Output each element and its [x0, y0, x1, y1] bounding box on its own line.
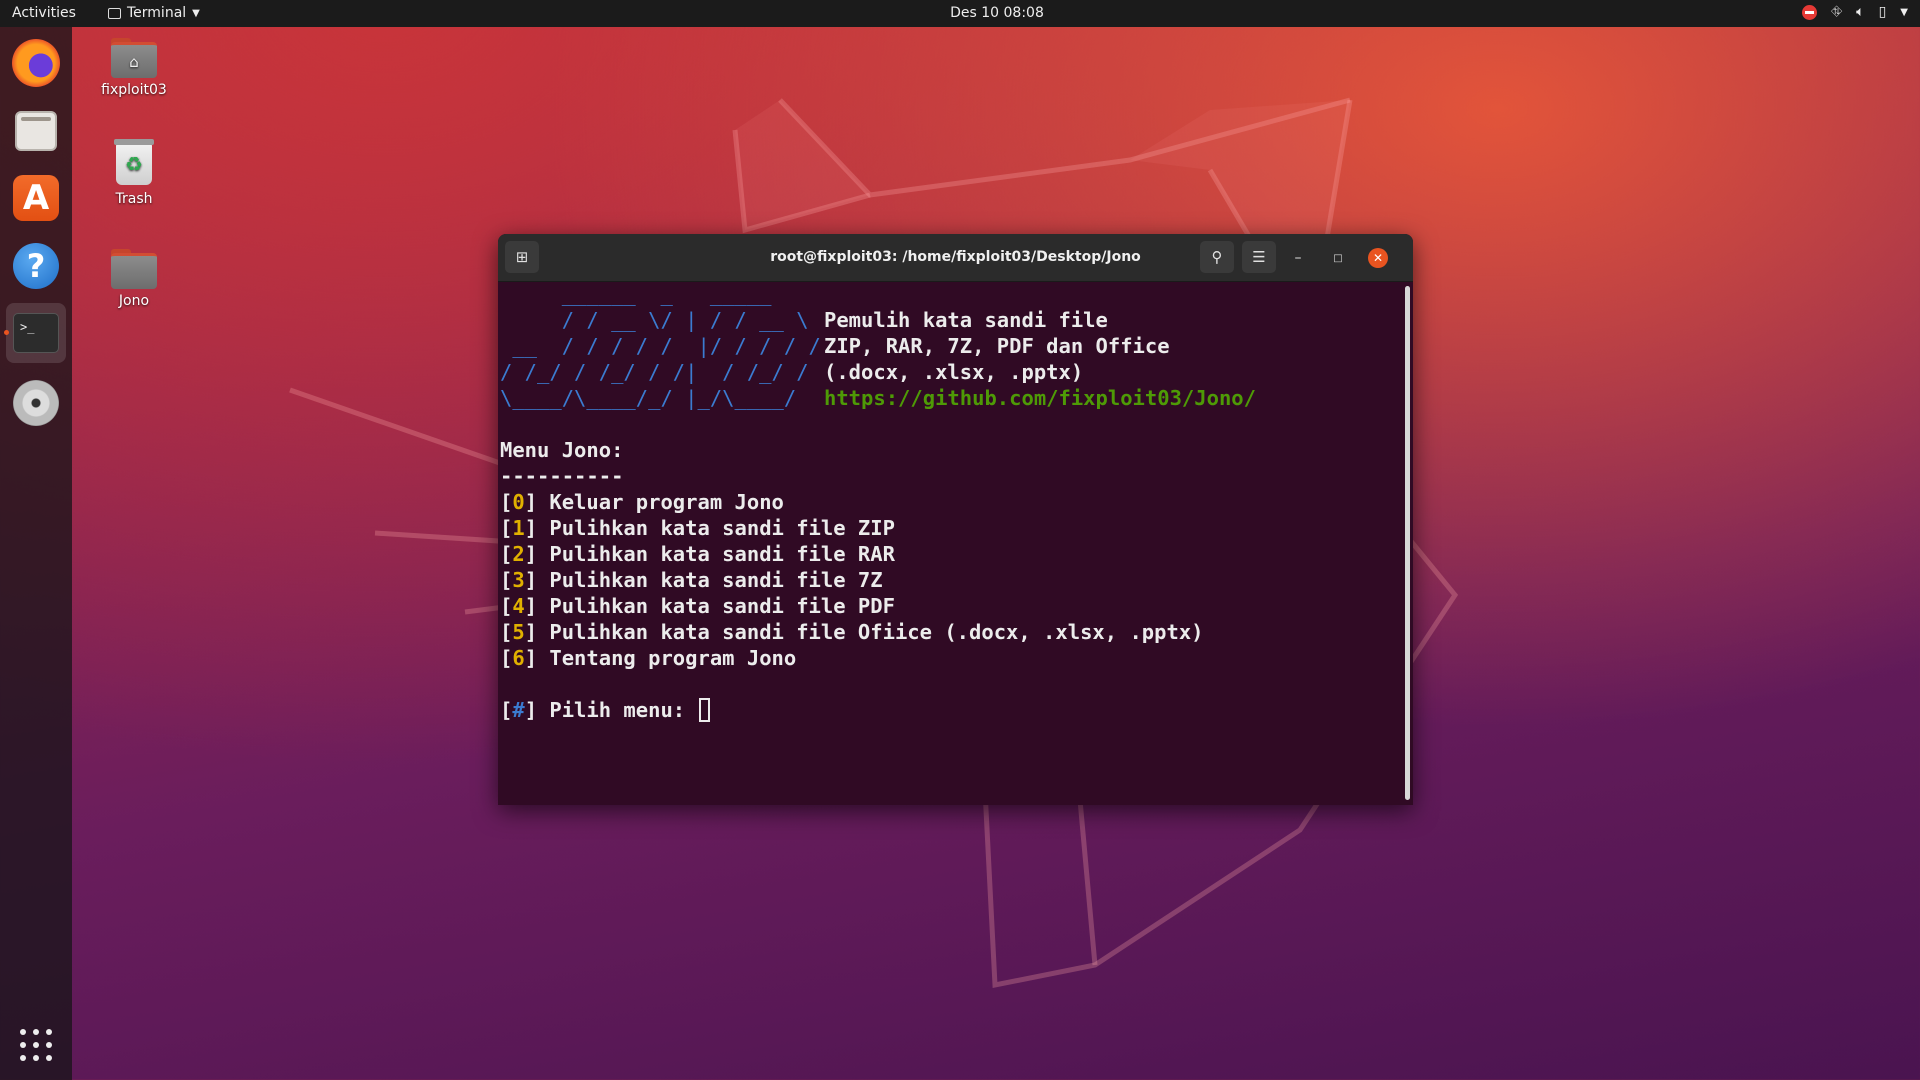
battery-icon: ▯	[1878, 4, 1887, 20]
terminal-output[interactable]: ______ _ _____ / / __ \/ | / / __ \ __ /…	[498, 281, 1401, 805]
close-button[interactable]: ✕	[1368, 248, 1388, 268]
terminal-icon: >_	[13, 313, 59, 353]
hamburger-menu-icon: ☰	[1252, 248, 1266, 266]
logo-line: __ / / / / / |/ / / / /	[500, 334, 821, 358]
do-not-disturb-icon	[1801, 4, 1817, 20]
menu-item: [2] Pulihkan kata sandi file RAR	[500, 542, 895, 566]
menu-item: [1] Pulihkan kata sandi file ZIP	[500, 516, 895, 540]
dock-disc[interactable]	[6, 373, 66, 433]
network-icon: ⛗	[1830, 4, 1843, 20]
menu-item-number: 6	[512, 646, 525, 670]
text-cursor	[699, 698, 711, 722]
menu-item-number: 4	[512, 594, 525, 618]
dock-terminal[interactable]: >_	[4, 303, 66, 363]
dock-files[interactable]	[6, 101, 66, 161]
terminal-header[interactable]: ⊞ root@fixploit03: /home/fixploit03/Desk…	[498, 234, 1413, 282]
dock-help[interactable]: ?	[6, 236, 66, 296]
desktop-icon-label: Jono	[118, 293, 150, 309]
desktop-icon-label: fixploit03	[101, 82, 167, 98]
logo-line: / / __ \/ | / / __ \	[500, 308, 809, 332]
menu-item: [4] Pulihkan kata sandi file PDF	[500, 594, 895, 618]
maximize-icon: □	[1333, 252, 1343, 264]
info-line: (.docx, .xlsx, .pptx)	[824, 360, 1084, 384]
terminal-window[interactable]: ⊞ root@fixploit03: /home/fixploit03/Desk…	[498, 234, 1413, 805]
menu-item-text: Pulihkan kata sandi file RAR	[549, 542, 895, 566]
search-button[interactable]: ⚲	[1200, 241, 1234, 273]
files-icon	[15, 111, 57, 151]
logo-line: ______ _ _____	[500, 282, 784, 306]
scrollbar[interactable]	[1405, 286, 1410, 800]
home-folder-icon: ⌂	[111, 38, 157, 78]
top-bar: Activities Terminal ▼ Des 10 08:08 ⛗ 🔈︎ …	[0, 0, 1920, 27]
dock-firefox[interactable]	[6, 33, 66, 93]
prompt-symbol: #	[512, 698, 525, 722]
volume-icon: 🔈︎	[1856, 4, 1865, 20]
menu-item-number: 1	[512, 516, 525, 540]
prompt-line[interactable]: [#] Pilih menu:	[500, 697, 711, 723]
menu-item-text: Pulihkan kata sandi file Ofiice (.docx, …	[549, 620, 1204, 644]
menu-item: [0] Keluar program Jono	[500, 490, 784, 514]
menu-item: [3] Pulihkan kata sandi file 7Z	[500, 568, 883, 592]
info-line: Pemulih kata sandi file	[824, 308, 1108, 332]
firefox-icon	[12, 39, 60, 87]
menu-item-number: 3	[512, 568, 525, 592]
prompt-label: Pilih menu:	[549, 698, 686, 722]
disc-icon	[13, 380, 59, 426]
menu-item-number: 2	[512, 542, 525, 566]
logo-line: / /_/ / /_/ / /| / /_/ /	[500, 360, 821, 384]
menu-item-number: 0	[512, 490, 525, 514]
desktop-icon-jono[interactable]: Jono	[79, 249, 189, 309]
menu-item-number: 5	[512, 620, 525, 644]
show-applications-button[interactable]	[6, 1015, 66, 1075]
menu-item-text: Keluar program Jono	[549, 490, 784, 514]
trash-icon: ♻	[114, 139, 154, 185]
menu-button[interactable]: ☰	[1242, 241, 1276, 273]
show-apps-icon	[20, 1029, 52, 1061]
menu-rule: ----------	[500, 464, 624, 488]
menu-title: Menu Jono:	[500, 438, 624, 462]
chevron-down-icon: ▼	[1900, 6, 1908, 18]
desktop-icon-home[interactable]: ⌂ fixploit03	[79, 38, 189, 98]
system-tray[interactable]: ⛗ 🔈︎ ▯ ▼	[1801, 4, 1908, 20]
info-line: ZIP, RAR, 7Z, PDF dan Office	[824, 334, 1170, 358]
search-icon: ⚲	[1211, 248, 1223, 266]
dock: A ? >_	[0, 27, 72, 1080]
menu-item-text: Tentang program Jono	[549, 646, 797, 670]
github-link[interactable]: https://github.com/fixploit03/Jono/	[824, 385, 1256, 411]
dock-software[interactable]: A	[6, 168, 66, 228]
minimize-button[interactable]: –	[1288, 248, 1308, 268]
menu-item-text: Pulihkan kata sandi file PDF	[549, 594, 895, 618]
folder-icon	[111, 249, 157, 289]
menu-item: [5] Pulihkan kata sandi file Ofiice (.do…	[500, 620, 1204, 644]
menu-item-text: Pulihkan kata sandi file ZIP	[549, 516, 895, 540]
maximize-button[interactable]: □	[1328, 248, 1348, 268]
help-icon: ?	[13, 243, 59, 289]
running-indicator	[4, 330, 9, 335]
minimize-icon: –	[1294, 250, 1302, 266]
desktop-icon-trash[interactable]: ♻ Trash	[79, 139, 189, 207]
menu-item-text: Pulihkan kata sandi file 7Z	[549, 568, 883, 592]
software-store-icon: A	[13, 175, 59, 221]
clock[interactable]: Des 10 08:08	[0, 5, 1920, 21]
desktop-icon-label: Trash	[115, 191, 153, 207]
menu-item: [6] Tentang program Jono	[500, 646, 797, 670]
logo-line: \____/\____/_/ |_/\____/	[500, 386, 821, 410]
close-icon: ✕	[1372, 251, 1384, 265]
